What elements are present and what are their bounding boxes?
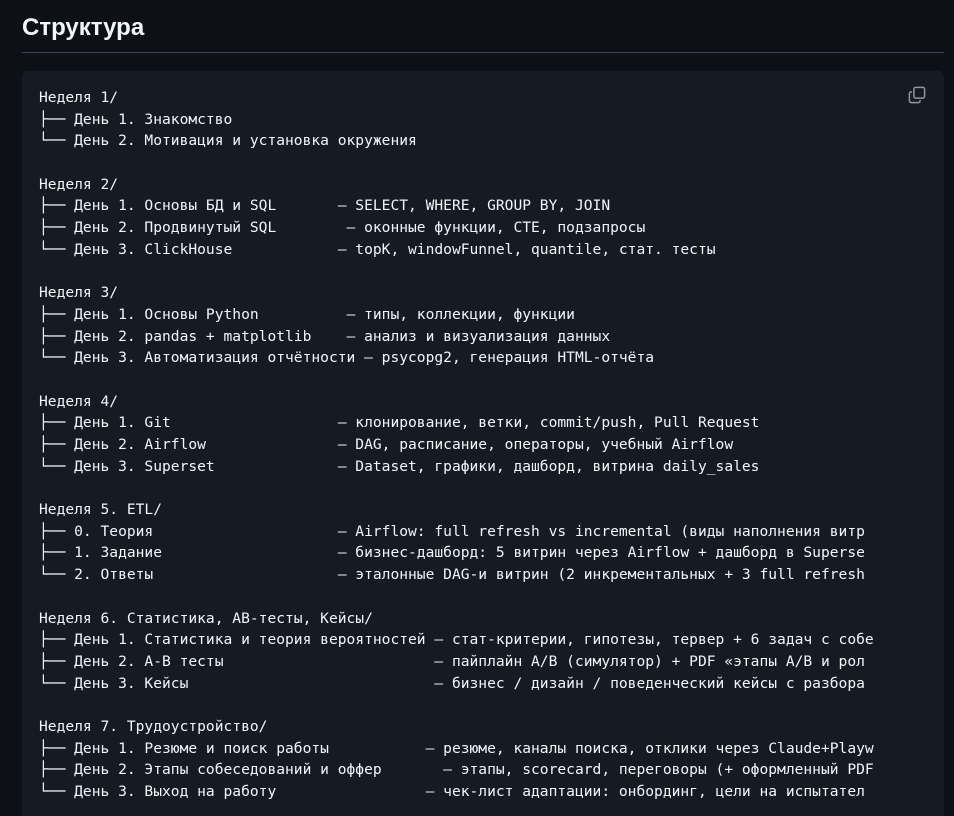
heading-divider [22,52,944,53]
code-line: Неделя 4/ [39,392,119,410]
code-line: ├── День 1. Основы Python — типы, коллек… [39,305,575,323]
code-line: ├── День 1. Статистика и теория вероятно… [39,631,874,649]
section-heading: Структура [22,14,145,41]
code-block[interactable]: Неделя 1/ ├── День 1. Знакомство └── День … [22,71,944,816]
page: Структура Неделя 1/ ├── День 1. Знакомств… [0,0,954,816]
code-line: └── День 3. Автоматизация отчётности — p… [39,349,655,367]
code-content: Неделя 1/ ├── День 1. Знакомство └── День … [39,87,895,803]
code-line: Неделя 7. Трудоустройство/ [39,717,268,735]
code-line: Неделя 5. ETL/ [39,501,163,519]
code-line: └── День 3. Выход на работу — чек-лист а… [39,783,865,800]
code-line: ├── День 2. pandas + matplotlib — анализ… [39,327,611,345]
code-line: ├── День 1. Git — клонирование, ветки, c… [39,414,760,432]
code-line: └── День 3. Кейсы — бизнес / дизайн / по… [39,674,865,692]
code-line: ├── День 2. Продвинутый SQL — оконные фу… [39,219,646,237]
code-line: └── День 3. ClickHouse — topK, windowFun… [39,240,716,258]
code-line: ├── 1. Задание — бизнес-дашборд: 5 витри… [39,544,865,562]
code-line: └── 2. Ответы — эталонные DAG-и витрин (… [39,566,865,584]
code-line: └── День 3. Superset — Dataset, графики,… [39,457,760,475]
code-line: ├── День 2. Airflow — DAG, расписание, о… [39,436,734,453]
code-line: Неделя 2/ [39,175,119,193]
code-line: ├── День 1. Основы БД и SQL — SELECT, WH… [39,197,611,215]
code-line: Неделя 1/ [39,89,119,106]
code-line: Неделя 6. Статистика, AB-тесты, Кейсы/ [39,609,373,627]
copy-icon [908,86,926,104]
code-line: ├── 0. Теория — Airflow: full refresh vs… [39,522,865,540]
code-line: └── День 2. Мотивация и установка окруже… [39,132,417,150]
code-line: Неделя 3/ [39,284,119,302]
code-line: ├── День 2. A-B тесты — пайплайн A/B (си… [39,652,865,670]
code-line: ├── День 1. Знакомство [39,110,233,128]
code-line: ├── День 1. Резюме и поиск работы — резю… [39,739,874,757]
copy-button[interactable] [905,83,929,107]
code-line: ├── День 2. Этапы собеседований и оффер … [39,761,874,779]
